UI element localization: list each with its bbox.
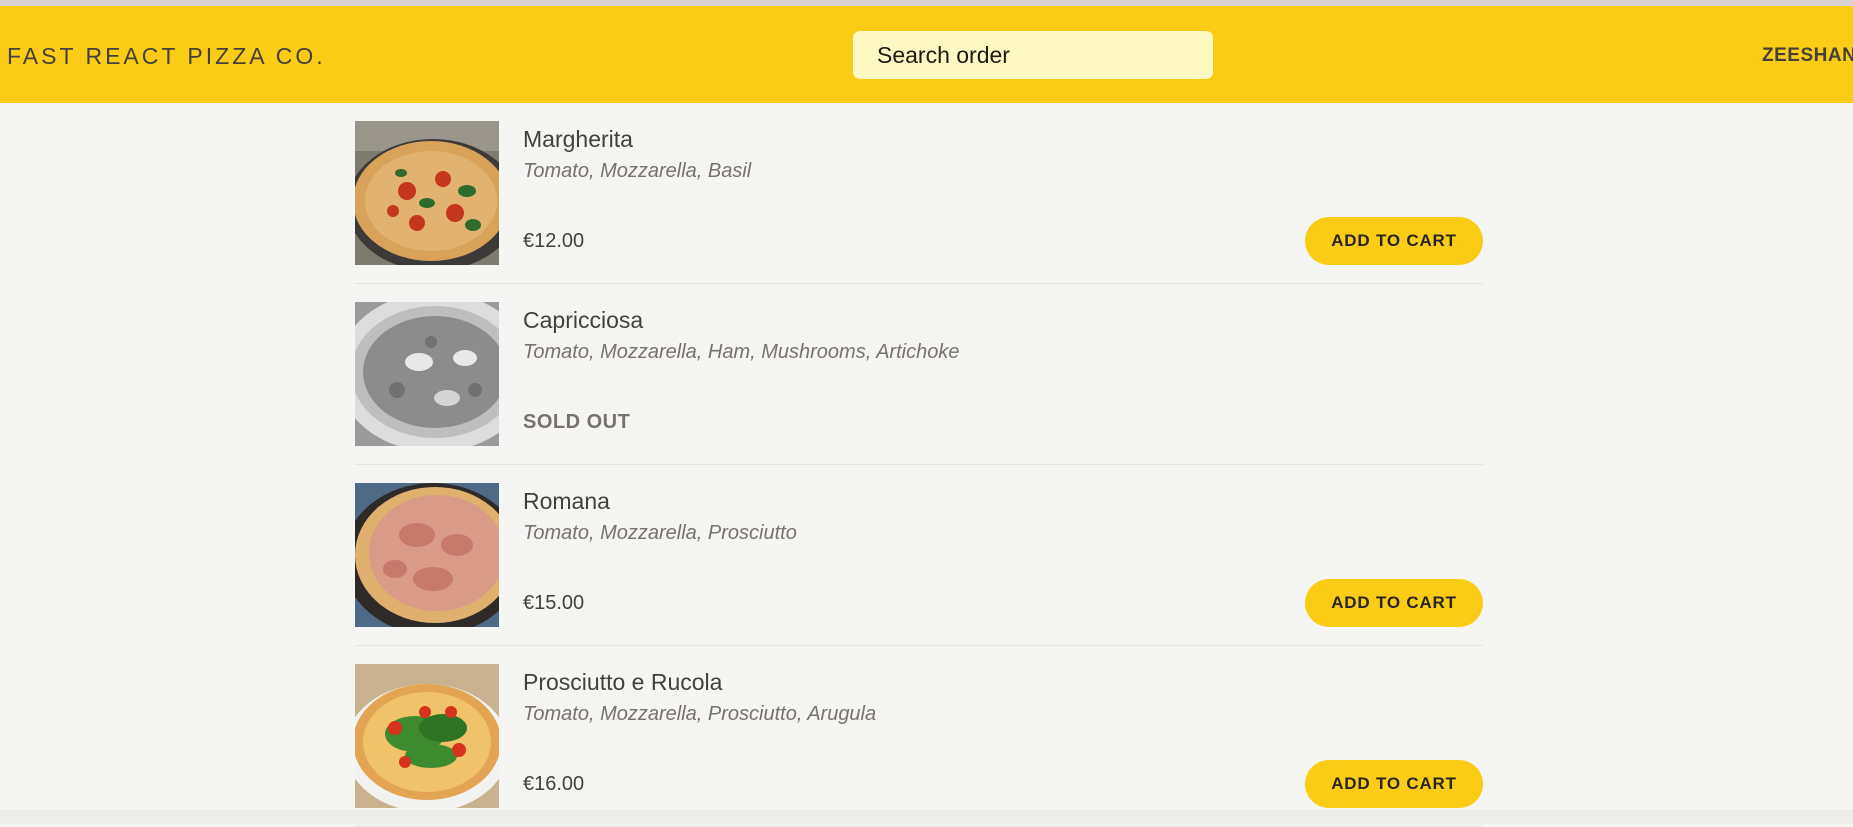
sold-out-label: SOLD OUT xyxy=(523,411,631,433)
add-to-cart-button[interactable]: ADD TO CART xyxy=(1305,760,1483,808)
menu-item: Prosciutto e Rucola Tomato, Mozzarella, … xyxy=(355,646,1483,827)
pizza-image xyxy=(355,121,499,265)
pizza-price: €16.00 xyxy=(523,773,585,795)
menu-item: Margherita Tomato, Mozzarella, Basil €12… xyxy=(355,103,1483,284)
pizza-price: €15.00 xyxy=(523,592,585,614)
menu-list: Margherita Tomato, Mozzarella, Basil €12… xyxy=(355,103,1483,827)
username: ZEESHAN xyxy=(1762,45,1853,66)
pizza-price: €12.00 xyxy=(523,230,585,252)
pizza-name: Margherita xyxy=(523,126,633,152)
add-to-cart-button[interactable]: ADD TO CART xyxy=(1305,579,1483,627)
logo[interactable]: FAST REACT PIZZA CO. xyxy=(7,43,326,70)
menu-item: Romana Tomato, Mozzarella, Prosciutto €1… xyxy=(355,465,1483,646)
header: FAST REACT PIZZA CO. ZEESHAN xyxy=(0,6,1853,103)
pizza-ingredients: Tomato, Mozzarella, Basil xyxy=(523,160,752,182)
pizza-ingredients: Tomato, Mozzarella, Ham, Mushrooms, Arti… xyxy=(523,341,960,363)
pizza-name: Romana xyxy=(523,488,610,514)
pizza-ingredients: Tomato, Mozzarella, Prosciutto, Arugula xyxy=(523,703,877,725)
search-input[interactable] xyxy=(853,31,1213,79)
pizza-image xyxy=(355,664,499,808)
pizza-image xyxy=(355,483,499,627)
add-to-cart-button[interactable]: ADD TO CART xyxy=(1305,217,1483,265)
horizontal-scrollbar[interactable] xyxy=(0,810,1853,824)
pizza-image xyxy=(355,302,499,446)
menu-item: Capricciosa Tomato, Mozzarella, Ham, Mus… xyxy=(355,284,1483,465)
pizza-name: Capricciosa xyxy=(523,307,644,333)
pizza-name: Prosciutto e Rucola xyxy=(523,669,723,695)
pizza-ingredients: Tomato, Mozzarella, Prosciutto xyxy=(523,522,797,544)
